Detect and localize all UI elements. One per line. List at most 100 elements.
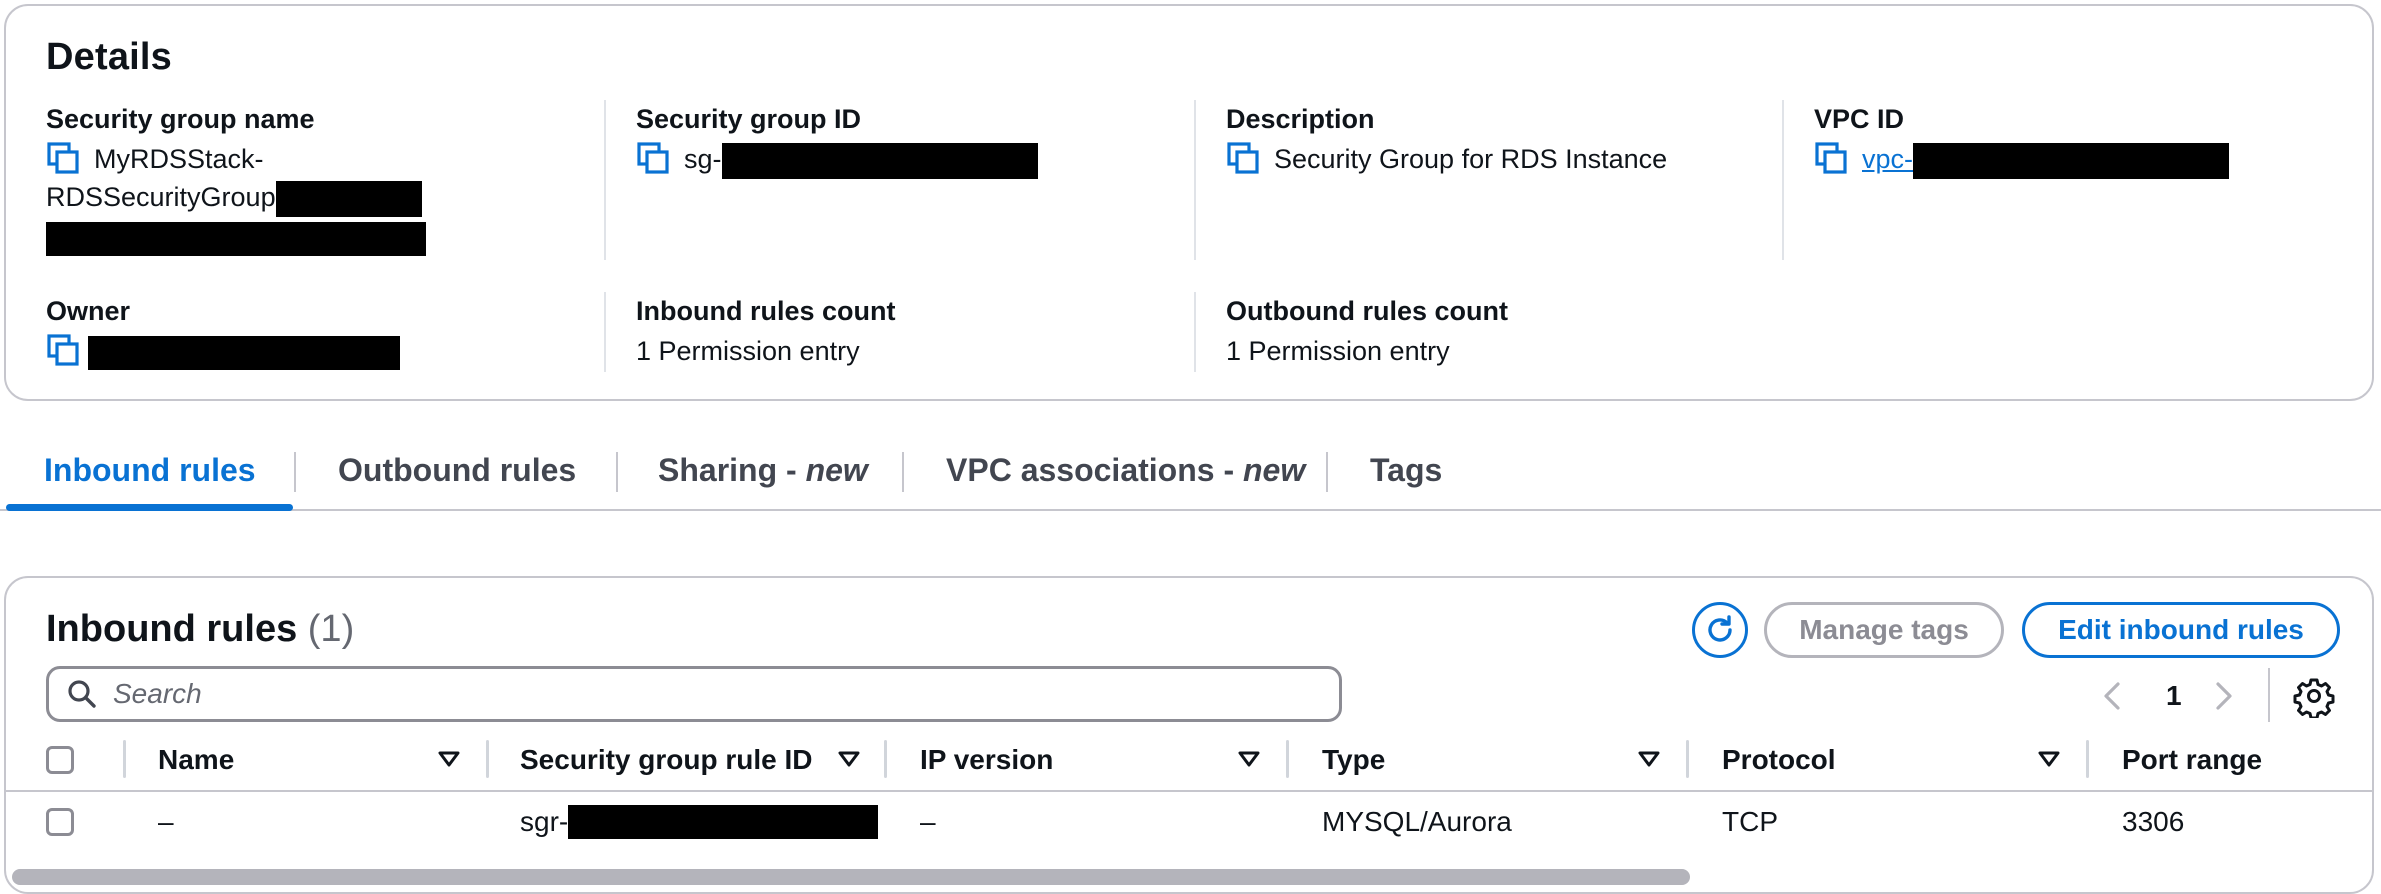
inbound-rules-panel: Inbound rules (1) Manage tags Edit inbou… xyxy=(4,576,2374,894)
next-page-button[interactable] xyxy=(2212,674,2236,718)
cell-name: – xyxy=(158,806,174,837)
security-group-id-field: Security group ID sg- xyxy=(636,102,1176,179)
security-group-name-line1: MyRDSStack- xyxy=(94,144,264,174)
security-group-name-label: Security group name xyxy=(46,104,315,134)
previous-page-button[interactable] xyxy=(2100,674,2124,718)
horizontal-scrollbar[interactable] xyxy=(6,869,2372,892)
column-divider xyxy=(1194,100,1196,260)
tab-sharing[interactable]: Sharing - new xyxy=(658,450,868,490)
cell-port-range: 3306 xyxy=(2122,806,2185,837)
security-group-name-value: MyRDSStack- RDSSecurityGroup xyxy=(46,140,586,256)
sort-caret-icon[interactable] xyxy=(1638,750,1660,768)
security-group-id-value: sg- xyxy=(636,140,1176,179)
redacted-block xyxy=(46,221,426,256)
active-tab-indicator xyxy=(6,504,293,511)
inbound-rules-count-field: Inbound rules count 1 Permission entry xyxy=(636,294,1176,370)
tab-label: Outbound rules xyxy=(338,452,577,488)
search-icon xyxy=(68,680,96,708)
description-value: Security Group for RDS Instance xyxy=(1226,140,1766,178)
inbound-rules-title: Inbound rules (1) xyxy=(46,608,354,651)
cell-type: MYSQL/Aurora xyxy=(1322,806,1512,837)
scrollbar-thumb[interactable] xyxy=(12,869,1690,885)
search-input[interactable] xyxy=(113,678,1293,710)
column-divider xyxy=(884,740,887,778)
column-divider xyxy=(1782,100,1784,260)
cell-rule-id: sgr- xyxy=(520,804,879,841)
sort-caret-icon[interactable] xyxy=(838,750,860,768)
copy-icon[interactable] xyxy=(1814,141,1848,175)
security-group-name-line2: RDSSecurityGroup xyxy=(46,182,276,212)
column-header-name[interactable]: Name xyxy=(158,742,234,778)
manage-tags-button[interactable]: Manage tags xyxy=(1764,602,2004,658)
redacted-block xyxy=(568,804,879,839)
vpc-id-field: VPC ID vpc- xyxy=(1814,102,2354,179)
edit-inbound-rules-button[interactable]: Edit inbound rules xyxy=(2022,602,2340,658)
copy-icon[interactable] xyxy=(636,141,670,175)
sort-caret-icon[interactable] xyxy=(2038,750,2060,768)
description-field: Description Security Group for RDS Insta… xyxy=(1226,102,1766,178)
table-header: Name Security group rule ID IP version T… xyxy=(6,730,2372,790)
copy-icon[interactable] xyxy=(1226,141,1260,175)
refresh-button[interactable] xyxy=(1692,602,1748,658)
column-header-protocol[interactable]: Protocol xyxy=(1722,742,1836,778)
cell-protocol: TCP xyxy=(1722,806,1778,837)
security-group-name-field: Security group name MyRDSStack- RDSSecur… xyxy=(46,102,586,256)
tab-inbound-rules[interactable]: Inbound rules xyxy=(44,450,256,490)
security-group-id-label: Security group ID xyxy=(636,104,862,134)
description-text: Security Group for RDS Instance xyxy=(1274,144,1668,174)
tab-new-tag: new xyxy=(805,452,868,488)
tab-tags[interactable]: Tags xyxy=(1370,450,1442,490)
column-header-ip-version[interactable]: IP version xyxy=(920,742,1053,778)
sort-caret-icon[interactable] xyxy=(1238,750,1260,768)
inbound-rules-count: (1) xyxy=(307,608,355,650)
select-all-checkbox[interactable] xyxy=(46,746,74,774)
redacted-block xyxy=(1913,142,2230,179)
description-label: Description xyxy=(1226,104,1375,134)
column-divider xyxy=(486,740,489,778)
table-row: – sgr- – MYSQL/Aurora TCP 3306 xyxy=(6,792,2372,854)
cell-ip-version: – xyxy=(920,806,936,837)
column-divider xyxy=(1194,292,1196,372)
tab-label: Inbound rules xyxy=(44,452,256,488)
pager-separator xyxy=(2268,668,2270,722)
sort-caret-icon[interactable] xyxy=(438,750,460,768)
tab-outbound-rules[interactable]: Outbound rules xyxy=(338,450,576,490)
tabs-underline xyxy=(0,509,2381,511)
tab-label: Sharing - xyxy=(658,452,806,488)
vpc-id-label: VPC ID xyxy=(1814,104,1905,134)
inbound-rules-count-value: 1 Permission entry xyxy=(636,336,860,366)
details-title: Details xyxy=(46,36,173,78)
preferences-button[interactable] xyxy=(2292,674,2336,720)
redacted-block xyxy=(88,335,400,370)
outbound-rules-count-label: Outbound rules count xyxy=(1226,296,1508,326)
copy-icon[interactable] xyxy=(46,141,80,175)
tab-label: VPC associations - xyxy=(946,452,1243,488)
owner-label: Owner xyxy=(46,296,131,326)
security-group-id-text: sg- xyxy=(684,144,722,174)
column-header-port-range[interactable]: Port range xyxy=(2122,742,2262,778)
tab-new-tag: new xyxy=(1242,452,1306,488)
current-page-number[interactable]: 1 xyxy=(2166,674,2182,718)
vpc-id-value: vpc- xyxy=(1814,140,2354,179)
column-divider xyxy=(604,100,606,260)
tab-separator xyxy=(1326,452,1328,492)
column-header-type[interactable]: Type xyxy=(1322,742,1385,778)
vpc-id-link[interactable]: vpc- xyxy=(1862,144,1913,174)
chevron-left-icon xyxy=(2104,682,2120,710)
tab-vpc-associations[interactable]: VPC associations - new xyxy=(946,450,1305,490)
tab-bar: Inbound rules Outbound rules Sharing - n… xyxy=(0,436,2381,512)
column-header-rule-id[interactable]: Security group rule ID xyxy=(520,742,813,778)
outbound-rules-count-field: Outbound rules count 1 Permission entry xyxy=(1226,294,1766,370)
chevron-right-icon xyxy=(2216,682,2232,710)
search-box xyxy=(46,666,1342,722)
inbound-rules-count-label: Inbound rules count xyxy=(636,296,896,326)
refresh-icon xyxy=(1708,615,1732,642)
outbound-rules-count-value: 1 Permission entry xyxy=(1226,336,1450,366)
tab-separator xyxy=(294,452,296,492)
copy-icon[interactable] xyxy=(46,333,80,367)
row-checkbox[interactable] xyxy=(46,808,74,836)
column-divider xyxy=(1686,740,1689,778)
column-divider xyxy=(604,292,606,372)
column-divider xyxy=(2086,740,2089,778)
owner-field: Owner xyxy=(46,294,586,370)
